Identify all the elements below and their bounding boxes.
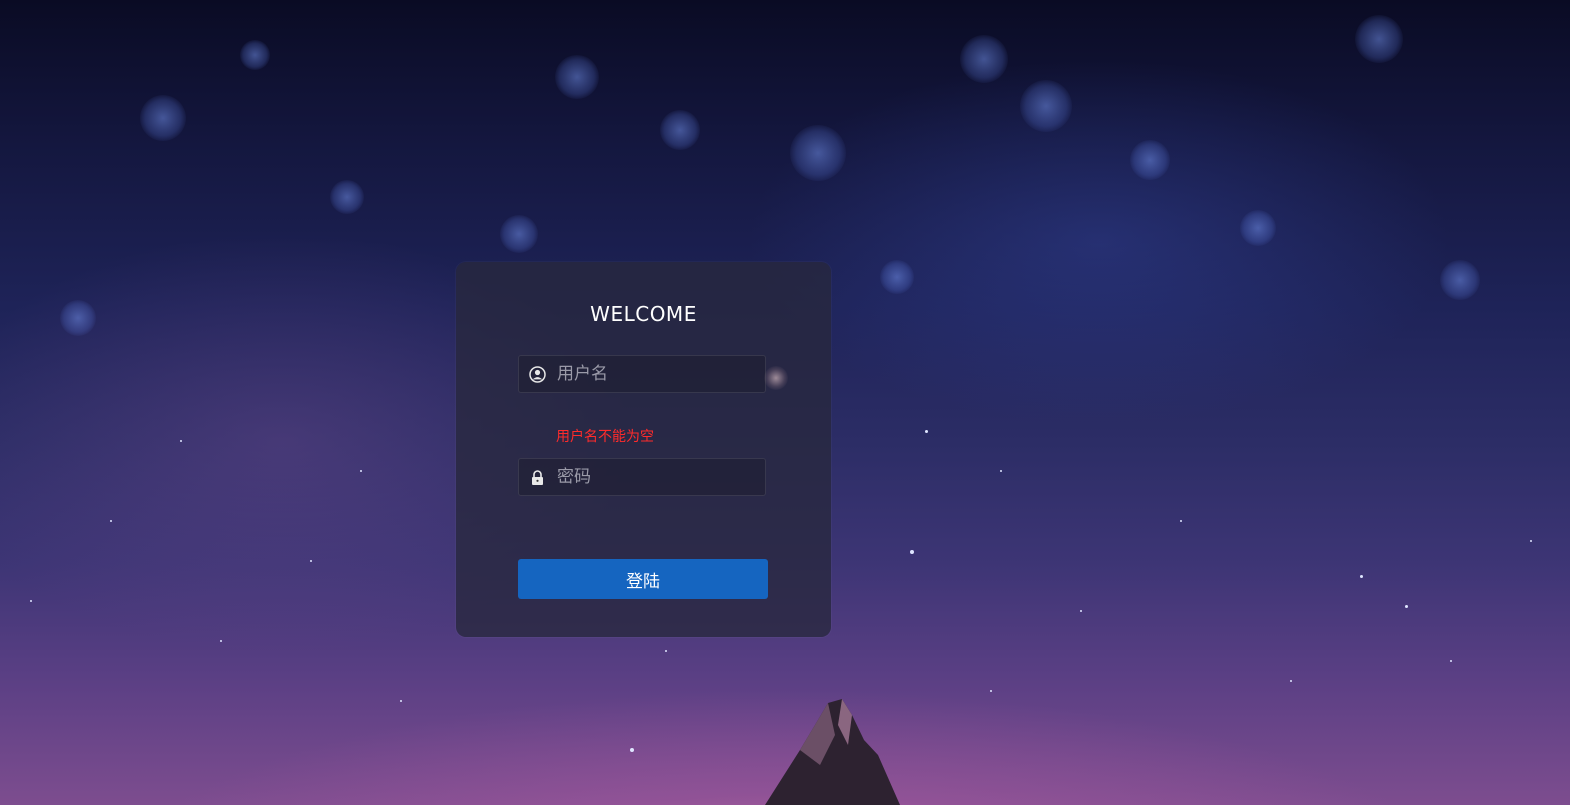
star: [180, 440, 182, 442]
star: [990, 690, 992, 692]
lock-icon: [532, 470, 543, 485]
bokeh-light: [960, 35, 1008, 83]
star: [110, 520, 112, 522]
user-icon: [529, 366, 546, 383]
star: [1080, 610, 1082, 612]
bokeh-light: [555, 55, 599, 99]
star: [1405, 605, 1408, 608]
star: [310, 560, 312, 562]
password-input[interactable]: [557, 459, 757, 495]
star: [925, 430, 928, 433]
star: [1360, 575, 1363, 578]
username-input[interactable]: [557, 356, 757, 392]
bokeh-light: [880, 260, 914, 294]
bokeh-light: [1440, 260, 1480, 300]
mountain-peak: [765, 699, 900, 805]
bokeh-light: [500, 215, 538, 253]
bokeh-light: [140, 95, 186, 141]
bokeh-light: [330, 180, 364, 214]
star: [1530, 540, 1532, 542]
light-glow: [764, 366, 788, 390]
star: [220, 640, 222, 642]
login-button[interactable]: 登陆: [518, 559, 768, 599]
star: [630, 748, 634, 752]
star: [1450, 660, 1452, 662]
star: [1180, 520, 1182, 522]
bokeh-light: [1355, 15, 1403, 63]
star: [360, 470, 362, 472]
bokeh-light: [1240, 210, 1276, 246]
bokeh-light: [660, 110, 700, 150]
star: [400, 700, 402, 702]
welcome-title: WELCOME: [590, 302, 697, 326]
star: [910, 550, 914, 554]
star: [30, 600, 32, 602]
star: [1290, 680, 1292, 682]
password-field[interactable]: [518, 458, 766, 496]
bokeh-light: [240, 40, 270, 70]
bokeh-light: [60, 300, 96, 336]
username-error-message: 用户名不能为空: [556, 429, 654, 445]
username-field[interactable]: [518, 355, 766, 393]
bokeh-light: [790, 125, 846, 181]
login-panel: WELCOME 用户名不能为空 登陆: [456, 262, 831, 637]
star: [665, 650, 667, 652]
bokeh-light: [1020, 80, 1072, 132]
bokeh-light: [1130, 140, 1170, 180]
star: [1000, 470, 1002, 472]
